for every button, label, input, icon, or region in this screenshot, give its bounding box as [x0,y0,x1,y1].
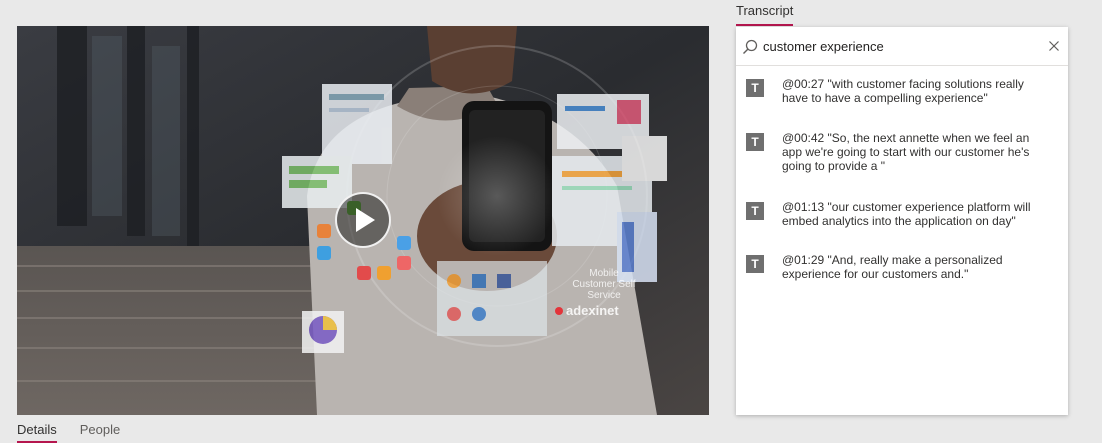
transcript-search-box [736,27,1068,66]
transcript-result-text: @01:13 "our customer experience platform… [782,200,1031,228]
transcript-search-input[interactable] [763,36,1033,56]
text-t-icon: T [746,79,764,97]
video-overlay-caption: Mobile Customer Self Service [572,268,636,301]
tab-transcript[interactable]: Transcript [736,3,794,26]
video-brand-logo: adexinet [555,303,619,318]
close-icon[interactable] [1049,41,1059,51]
details-tab-bar: Details People [17,420,143,443]
transcript-panel: T @00:27 "with customer facing solutions… [736,27,1068,415]
search-icon [743,39,758,54]
play-button[interactable] [335,192,391,248]
transcript-result-text: @00:42 "So, the next annette when we fee… [782,131,1030,173]
text-t-icon: T [746,133,764,151]
text-t-icon: T [746,255,764,273]
text-t-icon: T [746,202,764,220]
tab-people[interactable]: People [80,420,120,441]
brand-name: adexinet [566,303,619,318]
brand-dot-icon [555,307,563,315]
transcript-result-text: @00:27 "with customer facing solutions r… [782,77,1024,105]
tab-details[interactable]: Details [17,420,57,443]
play-icon [356,208,375,232]
video-player[interactable]: Mobile Customer Self Service adexinet [17,26,709,415]
transcript-result-text: @01:29 "And, really make a personalized … [782,253,1003,281]
